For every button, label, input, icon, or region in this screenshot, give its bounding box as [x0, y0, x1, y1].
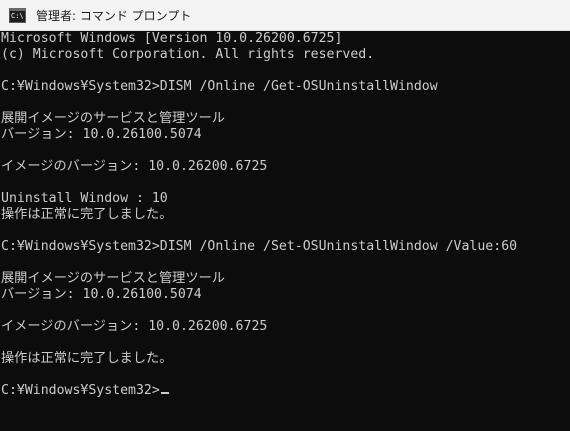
console-line: C:¥Windows¥System32>DISM /Online /Get-OS… [1, 79, 438, 94]
command-prompt-window: C:\ 管理者: コマンド プロンプト Microsoft Windows [V… [0, 0, 570, 431]
console-line: 展開イメージのサービスと管理ツール [1, 271, 225, 286]
prompt-line[interactable]: C:¥Windows¥System32> [1, 383, 169, 399]
console-line: C:¥Windows¥System32>DISM /Online /Set-OS… [1, 239, 518, 254]
console-line: 操作は正常に完了しました。 [1, 207, 173, 222]
console-line: (c) Microsoft Corporation. All rights re… [1, 47, 375, 62]
command-prompt-icon: C:\ [9, 7, 26, 23]
console-line: バージョン: 10.0.26100.5074 [1, 287, 202, 302]
console-line: Microsoft Windows [Version 10.0.26200.67… [1, 31, 343, 46]
console-output[interactable]: Microsoft Windows [Version 10.0.26200.67… [0, 31, 570, 431]
console-line: Uninstall Window : 10 [1, 191, 168, 206]
console-line: イメージのバージョン: 10.0.26200.6725 [1, 159, 268, 174]
console-line: 展開イメージのサービスと管理ツール [1, 111, 225, 126]
title-bar[interactable]: C:\ 管理者: コマンド プロンプト [0, 0, 570, 31]
text-cursor [160, 392, 169, 394]
console-line: 操作は正常に完了しました。 [1, 351, 173, 366]
prompt-text: C:¥Windows¥System32> [1, 383, 160, 398]
console-line: イメージのバージョン: 10.0.26200.6725 [1, 319, 268, 334]
window-title: 管理者: コマンド プロンプト [36, 8, 192, 23]
console-line: バージョン: 10.0.26100.5074 [1, 127, 202, 142]
